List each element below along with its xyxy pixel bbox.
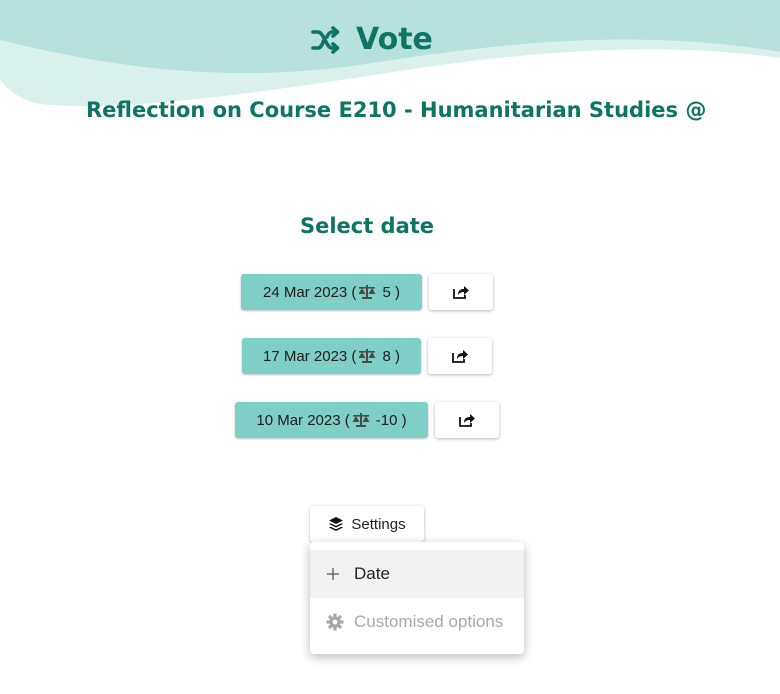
share-button[interactable] [429, 274, 493, 310]
plus-icon [327, 568, 339, 580]
menu-item-customised-options[interactable]: Customised options [310, 598, 524, 646]
date-score: -10 [375, 411, 398, 429]
balance-scale-icon [357, 284, 377, 300]
date-button[interactable]: 10 Mar 2023 ( -10 ) [235, 402, 428, 438]
date-score: 8 [382, 347, 391, 365]
page-title: Vote [310, 22, 433, 57]
shuffle-icon [311, 25, 340, 54]
balance-scale-icon [351, 412, 371, 428]
date-label: 10 Mar 2023 [256, 411, 341, 429]
balance-scale-icon [357, 348, 377, 364]
date-score: 5 [382, 283, 391, 301]
page-title-text: Vote [356, 22, 433, 57]
share-button[interactable] [435, 402, 499, 438]
share-icon [452, 350, 468, 363]
date-label: 24 Mar 2023 [263, 283, 348, 301]
date-row: 24 Mar 2023 ( 5 ) [241, 274, 493, 310]
share-icon [459, 414, 475, 427]
menu-item-label: Customised options [354, 612, 504, 631]
page-subtitle: Reflection on Course E210 - Humanitarian… [86, 98, 707, 122]
gear-icon [326, 613, 344, 631]
layers-icon [329, 517, 344, 531]
date-label: 17 Mar 2023 [263, 347, 348, 365]
settings-label: Settings [351, 515, 406, 533]
date-button[interactable]: 24 Mar 2023 ( 5 ) [241, 274, 422, 310]
settings-menu: Date Customised options [310, 542, 524, 654]
date-button[interactable]: 17 Mar 2023 ( 8 ) [242, 338, 421, 374]
menu-item-add-date[interactable]: Date [310, 550, 524, 598]
menu-item-label: Date [354, 564, 390, 583]
section-title: Select date [299, 214, 435, 238]
share-icon [453, 286, 469, 299]
date-row: 10 Mar 2023 ( -10 ) [235, 402, 499, 438]
vote-page: Vote Reflection on Course E210 - Humanit… [0, 0, 780, 694]
settings-button[interactable]: Settings [310, 506, 424, 542]
date-row: 17 Mar 2023 ( 8 ) [242, 338, 492, 374]
share-button[interactable] [428, 338, 492, 374]
